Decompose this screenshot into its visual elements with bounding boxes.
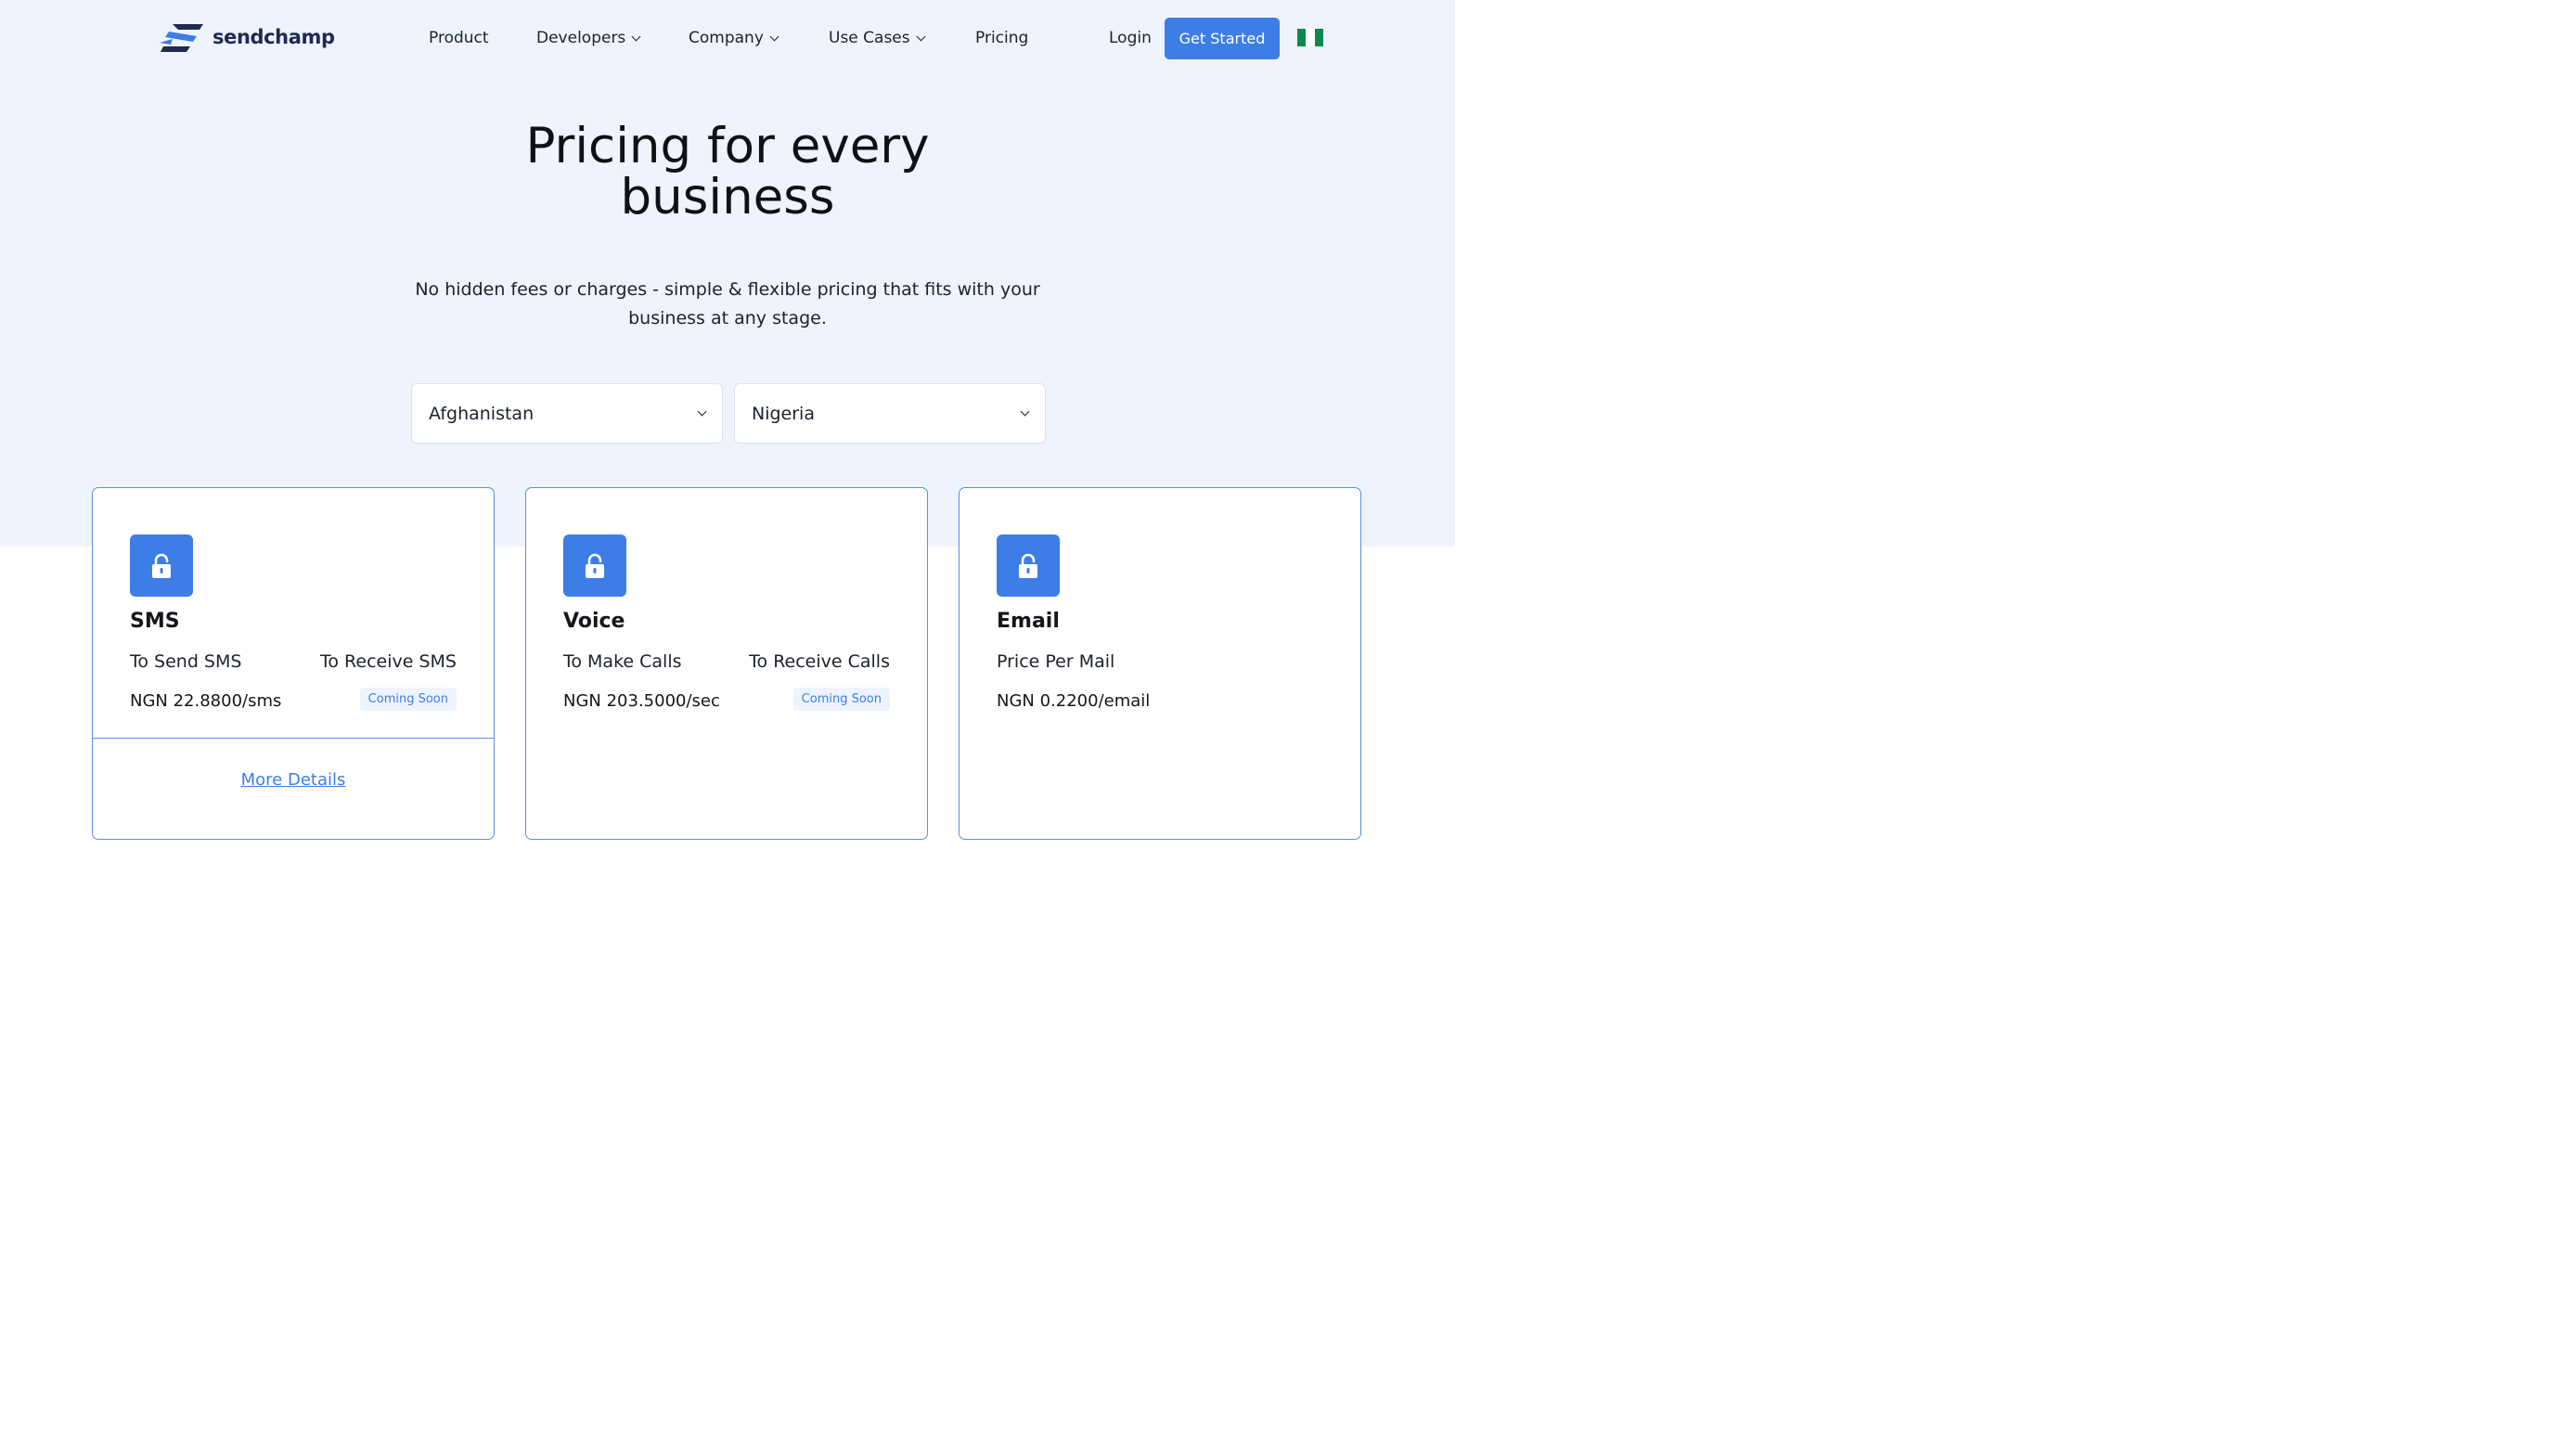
nav-developers[interactable]: Developers — [536, 29, 641, 47]
sendchamp-logo-icon — [160, 24, 203, 52]
nav-pricing[interactable]: Pricing — [975, 29, 1028, 47]
coming-soon-badge: Coming Soon — [792, 688, 890, 711]
page-title: Pricing for every business — [0, 121, 1455, 223]
unlock-icon — [130, 534, 193, 597]
chevron-down-icon — [631, 32, 641, 41]
page-title-line1: Pricing for every — [525, 118, 930, 174]
nigeria-flag-icon[interactable] — [1297, 29, 1323, 46]
sms-price: NGN 22.8800/sms — [130, 691, 282, 711]
login-link[interactable]: Login — [1109, 29, 1152, 47]
coming-soon-badge: Coming Soon — [359, 688, 457, 711]
pricing-card-sms: SMS To Send SMS To Receive SMS NGN 22.88… — [92, 487, 495, 840]
pricing-card-email: Email Price Per Mail NGN 0.2200/email — [959, 487, 1361, 840]
chevron-down-icon — [697, 406, 707, 417]
nav-company-label: Company — [689, 29, 764, 47]
get-started-label: Get Started — [1179, 30, 1266, 47]
logo-text: sendchamp — [213, 26, 335, 48]
receive-calls-label: To Receive Calls — [749, 651, 890, 672]
logo[interactable]: sendchamp — [160, 22, 335, 52]
chevron-down-icon — [916, 32, 926, 41]
price-per-mail-label: Price Per Mail — [997, 651, 1115, 672]
card-title: Email — [997, 610, 1060, 633]
receive-sms-label: To Receive SMS — [320, 651, 457, 672]
login-label: Login — [1109, 29, 1152, 47]
currency-country-select[interactable]: Nigeria — [734, 383, 1046, 444]
unlock-icon — [563, 534, 626, 597]
card-title: SMS — [130, 610, 180, 633]
get-started-button[interactable]: Get Started — [1165, 18, 1280, 59]
card-title: Voice — [563, 610, 625, 633]
nav-product[interactable]: Product — [429, 29, 489, 47]
make-calls-label: To Make Calls — [563, 651, 682, 672]
nav-company[interactable]: Company — [689, 29, 779, 47]
pricing-card-voice: Voice To Make Calls To Receive Calls NGN… — [525, 487, 928, 840]
voice-price: NGN 203.5000/sec — [563, 691, 720, 711]
send-sms-label: To Send SMS — [130, 651, 242, 672]
nav-use-cases-label: Use Cases — [829, 29, 910, 47]
destination-country-value: Afghanistan — [429, 403, 535, 424]
destination-country-select[interactable]: Afghanistan — [411, 383, 723, 444]
more-details-link[interactable]: More Details — [93, 770, 494, 790]
unlock-icon — [997, 534, 1060, 597]
nav-product-label: Product — [429, 29, 489, 47]
card-divider — [93, 738, 494, 739]
page-title-line2: business — [620, 169, 835, 225]
chevron-down-icon — [1020, 406, 1030, 417]
page-subtitle: No hidden fees or charges - simple & fle… — [415, 279, 1040, 328]
nav-pricing-label: Pricing — [975, 29, 1029, 47]
nav-use-cases[interactable]: Use Cases — [829, 29, 926, 47]
email-price: NGN 0.2200/email — [997, 691, 1151, 711]
nav-developers-label: Developers — [536, 29, 626, 47]
chevron-down-icon — [769, 32, 779, 41]
currency-country-value: Nigeria — [752, 403, 815, 424]
hero-background — [0, 0, 1455, 547]
